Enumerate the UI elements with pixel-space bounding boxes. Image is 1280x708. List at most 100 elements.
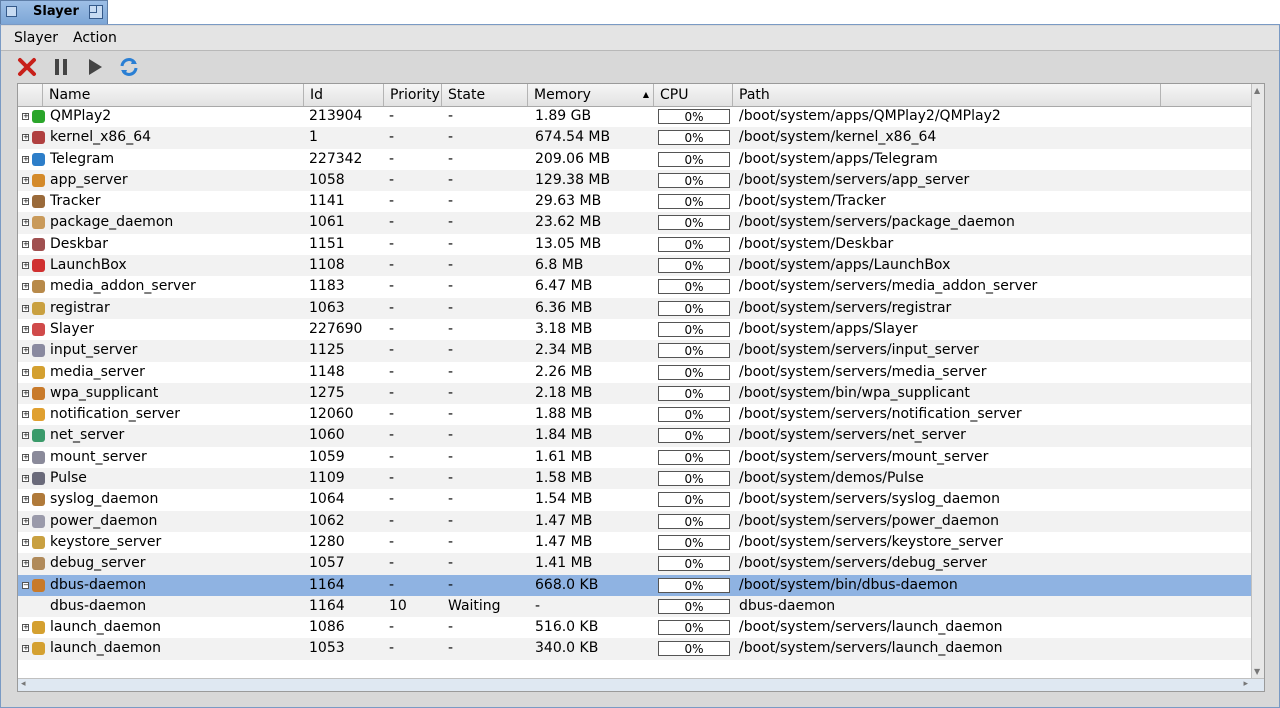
process-priority: -: [389, 384, 395, 401]
process-icon: [32, 472, 45, 486]
process-row[interactable]: + Telegram 227342 - - 209.06 MB 0% /boot/system…: [18, 149, 1252, 170]
cpu-usage-bar: 0%: [658, 577, 730, 593]
scroll-up-icon[interactable]: ▲: [1254, 86, 1260, 95]
process-row[interactable]: + Tracker 1141 - - 29.63 MB 0% /boot/system/Tra…: [18, 191, 1252, 212]
process-icon: [32, 322, 45, 336]
process-row[interactable]: + media_addon_server 1183 - - 6.47 MB 0% /boot/…: [18, 276, 1252, 297]
process-path: dbus-daemon: [739, 597, 836, 614]
process-row[interactable]: + mount_server 1059 - - 1.61 MB 0% /boot/system…: [18, 447, 1252, 468]
process-name: net_server: [50, 427, 125, 444]
header-priority[interactable]: Priority: [384, 84, 442, 106]
scroll-down-icon[interactable]: ▼: [1254, 667, 1260, 676]
header-id[interactable]: Id: [304, 84, 384, 106]
process-row[interactable]: + Slayer 227690 - - 3.18 MB 0% /boot/system/app…: [18, 319, 1252, 340]
process-row[interactable]: + power_daemon 1062 - - 1.47 MB 0% /boot/system…: [18, 510, 1252, 532]
process-id: 1141: [309, 193, 345, 210]
refresh-button[interactable]: [117, 55, 141, 79]
process-row[interactable]: + LaunchBox 1108 - - 6.8 MB 0% /boot/system/app…: [18, 255, 1252, 277]
header-cpu[interactable]: CPU: [654, 84, 733, 106]
process-state: -: [448, 150, 454, 167]
process-name: Deskbar: [50, 235, 109, 252]
process-row[interactable]: + syslog_daemon 1064 - - 1.54 MB 0% /boot/syste…: [18, 489, 1252, 510]
expand-toggle-icon[interactable]: +: [22, 283, 29, 291]
process-list[interactable]: Name Id Priority State Memory ▲ CPU Path…: [17, 83, 1265, 692]
expand-toggle-icon[interactable]: +: [22, 475, 29, 483]
expand-toggle-icon[interactable]: +: [22, 176, 29, 184]
process-row[interactable]: + Deskbar 1151 - - 13.05 MB 0% /boot/system/Des…: [18, 234, 1252, 255]
process-row[interactable]: + kernel_x86_64 1 - - 674.54 MB 0% /boot/system…: [18, 127, 1252, 149]
process-path: /boot/system/servers/power_daemon: [739, 512, 1000, 529]
process-row[interactable]: + launch_daemon 1086 - - 516.0 KB 0% /boot/syst…: [18, 617, 1252, 638]
expand-toggle-icon[interactable]: +: [22, 624, 29, 632]
expand-toggle-icon[interactable]: +: [22, 411, 29, 419]
process-id: 1148: [309, 363, 345, 380]
expand-toggle-icon[interactable]: +: [22, 304, 29, 312]
expand-toggle-icon[interactable]: +: [22, 453, 29, 461]
process-icon: [32, 450, 45, 464]
expand-toggle-icon[interactable]: +: [22, 560, 29, 568]
expand-toggle-icon[interactable]: +: [22, 155, 29, 163]
expand-toggle-icon[interactable]: +: [22, 368, 29, 376]
cpu-usage-bar: 0%: [658, 172, 730, 188]
process-id: 227690: [309, 320, 363, 337]
header-path[interactable]: Path: [733, 84, 1161, 106]
process-row[interactable]: dbus-daemon 1164 10 Waiting - 0% dbus-daemon: [18, 595, 1252, 618]
process-memory: 6.47 MB: [535, 278, 593, 295]
cpu-usage-bar: 0%: [658, 385, 730, 401]
expand-toggle-icon[interactable]: +: [22, 325, 29, 333]
process-row[interactable]: + QMPlay2 213904 - - 1.89 GB 0% /boot/system/ap…: [18, 106, 1252, 127]
process-row[interactable]: + input_server 1125 - - 2.34 MB 0% /boot/system…: [18, 340, 1252, 362]
window-tab[interactable]: Slayer: [0, 0, 108, 24]
vertical-scrollbar[interactable]: ▲ ▼: [1251, 84, 1264, 678]
process-row[interactable]: + app_server 1058 - - 129.38 MB 0% /boot/system…: [18, 169, 1252, 192]
expand-toggle-icon[interactable]: +: [22, 219, 29, 227]
process-priority: -: [389, 150, 395, 167]
process-row[interactable]: + registrar 1063 - - 6.36 MB 0% /boot/system/se…: [18, 297, 1252, 319]
process-icon: [32, 408, 45, 422]
expand-toggle-icon[interactable]: +: [22, 240, 29, 248]
expand-toggle-icon[interactable]: +: [22, 517, 29, 525]
expand-toggle-icon[interactable]: +: [22, 262, 29, 270]
process-row[interactable]: + notification_server 12060 - - 1.88 MB 0% /boo…: [18, 404, 1252, 425]
expand-toggle-icon[interactable]: +: [22, 645, 29, 653]
expand-toggle-icon[interactable]: +: [22, 113, 29, 120]
process-state: Waiting: [448, 597, 501, 614]
expand-toggle-icon[interactable]: +: [22, 198, 29, 206]
expand-toggle-icon[interactable]: +: [22, 389, 29, 397]
process-row[interactable]: + launch_daemon 1053 - - 340.0 KB 0% /boot/syst…: [18, 638, 1252, 660]
scroll-right-icon[interactable]: ▸: [1243, 679, 1248, 689]
process-path: /boot/system/servers/launch_daemon: [739, 640, 1003, 657]
suspend-button[interactable]: [49, 55, 73, 79]
resume-button[interactable]: [83, 55, 107, 79]
process-row[interactable]: − dbus-daemon 1164 - - 668.0 KB 0% /boot/system…: [18, 574, 1252, 596]
close-window-icon[interactable]: [6, 6, 17, 17]
process-name: Telegram: [50, 150, 115, 167]
expand-toggle-icon[interactable]: +: [22, 347, 29, 355]
expand-toggle-icon[interactable]: +: [22, 496, 29, 504]
process-row[interactable]: + wpa_supplicant 1275 - - 2.18 MB 0% /boot/syst…: [18, 382, 1252, 405]
expand-toggle-icon[interactable]: −: [22, 581, 29, 589]
process-id: 1109: [309, 470, 345, 487]
process-row[interactable]: + keystore_server 1280 - - 1.47 MB 0% /boot/sys…: [18, 532, 1252, 553]
process-memory: 2.34 MB: [535, 342, 593, 359]
expand-toggle-icon[interactable]: +: [22, 134, 29, 142]
cpu-usage-bar: 0%: [658, 151, 730, 167]
process-row[interactable]: + debug_server 1057 - - 1.41 MB 0% /boot/system…: [18, 553, 1252, 575]
expand-toggle-icon[interactable]: +: [22, 432, 29, 440]
process-row[interactable]: + Pulse 1109 - - 1.58 MB 0% /boot/system/demos/…: [18, 468, 1252, 490]
header-name[interactable]: Name: [43, 84, 304, 106]
process-path: /boot/system/apps/LaunchBox: [739, 257, 951, 274]
header-memory[interactable]: Memory ▲: [528, 84, 654, 106]
process-row[interactable]: + net_server 1060 - - 1.84 MB 0% /boot/system/s…: [18, 425, 1252, 447]
menu-action[interactable]: Action: [73, 30, 117, 46]
horizontal-scrollbar[interactable]: ◂ ▸: [18, 678, 1264, 691]
expand-toggle-icon[interactable]: +: [22, 538, 29, 546]
process-row[interactable]: + media_server 1148 - - 2.26 MB 0% /boot/system…: [18, 362, 1252, 383]
header-state[interactable]: State: [442, 84, 528, 106]
process-row[interactable]: + package_daemon 1061 - - 23.62 MB 0% /boot/sys…: [18, 212, 1252, 234]
menu-slayer[interactable]: Slayer: [14, 30, 58, 46]
cpu-usage-label: 0%: [684, 642, 704, 657]
kill-button[interactable]: [15, 55, 39, 79]
zoom-window-icon[interactable]: [89, 5, 103, 19]
scroll-left-icon[interactable]: ◂: [21, 679, 26, 689]
